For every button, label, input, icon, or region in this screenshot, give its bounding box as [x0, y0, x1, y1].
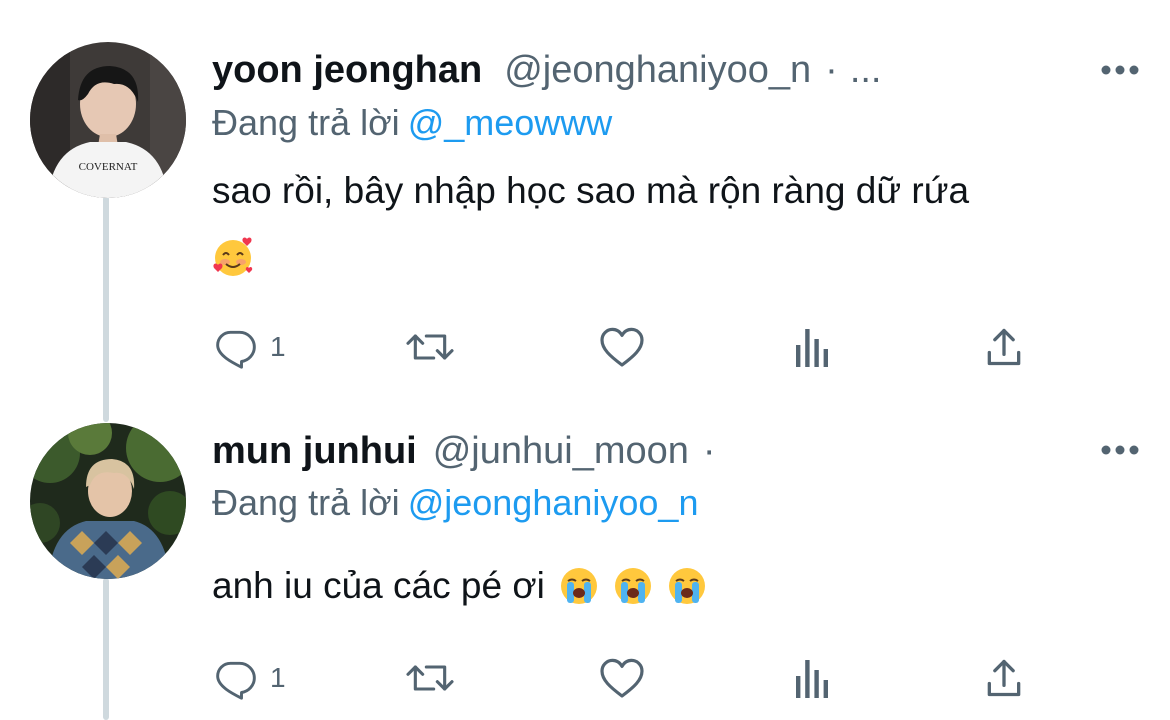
tweet-text-content: anh iu của các pé ơi: [212, 565, 545, 606]
share-button[interactable]: [982, 656, 1026, 700]
tweet-header: yoon jeonghan @jeonghaniyoo_n · ...: [212, 40, 882, 100]
replying-to: Đang trả lời @jeonghaniyoo_n: [212, 482, 698, 524]
loudly-crying-face-icon: [614, 568, 651, 604]
truncated-timestamp[interactable]: ...: [850, 49, 882, 92]
retweet-icon: [406, 334, 454, 360]
like-button[interactable]: [598, 325, 646, 369]
avatar[interactable]: [30, 423, 186, 579]
emoji-group: [559, 566, 707, 606]
separator-dot: ·: [825, 48, 838, 91]
reply-count: 1: [270, 662, 286, 693]
heart-icon: [600, 327, 644, 367]
reply-button[interactable]: 1: [214, 656, 286, 700]
retweet-icon: [406, 665, 454, 691]
thread-line-bottom: [103, 578, 109, 720]
replying-prefix: Đang trả lời: [212, 482, 400, 523]
more-options-button[interactable]: [1098, 440, 1142, 460]
more-icon: [1101, 65, 1139, 75]
view-analytics-button[interactable]: [792, 656, 832, 700]
retweet-button[interactable]: [404, 325, 456, 369]
heart-icon: [600, 658, 644, 698]
replying-prefix: Đang trả lời: [212, 102, 400, 143]
reply-icon: [216, 661, 256, 700]
svg-text:COVERNAT: COVERNAT: [79, 161, 138, 173]
display-name[interactable]: yoon jeonghan: [212, 49, 482, 92]
view-analytics-button[interactable]: [792, 325, 832, 369]
analytics-icon: [796, 329, 828, 367]
reply-icon: [216, 330, 256, 369]
replying-to: Đang trả lời @_meowww: [212, 102, 612, 144]
more-icon: [1101, 445, 1139, 455]
reply-button[interactable]: 1: [214, 325, 286, 369]
share-icon: [987, 659, 1021, 697]
share-icon: [987, 328, 1021, 366]
retweet-button[interactable]: [404, 656, 456, 700]
share-button[interactable]: [982, 325, 1026, 369]
reply-count: 1: [270, 331, 286, 362]
more-options-button[interactable]: [1098, 60, 1142, 80]
avatar[interactable]: COVERNAT: [30, 42, 186, 198]
like-button[interactable]: [598, 656, 646, 700]
loudly-crying-face-icon: [560, 568, 597, 604]
mention-link[interactable]: @jeonghaniyoo_n: [408, 482, 699, 523]
tweet-header: mun junhui @junhui_moon ·: [212, 421, 716, 481]
loudly-crying-face-icon: [668, 568, 705, 604]
thread-line-top: [103, 196, 109, 422]
analytics-icon: [796, 660, 828, 698]
user-handle[interactable]: @jeonghaniyoo_n: [504, 49, 811, 92]
separator-dot: ·: [702, 429, 716, 472]
display-name[interactable]: mun junhui: [212, 430, 417, 473]
tweet-text: sao rồi, bây nhập học sao mà rộn ràng dữ…: [212, 170, 970, 211]
smiling-face-with-hearts-icon: [213, 237, 253, 276]
emoji-row: [212, 235, 256, 284]
user-handle[interactable]: @junhui_moon: [433, 430, 689, 473]
mention-link[interactable]: @_meowww: [408, 102, 613, 143]
tweet-text: anh iu của các pé ơi: [212, 565, 707, 607]
